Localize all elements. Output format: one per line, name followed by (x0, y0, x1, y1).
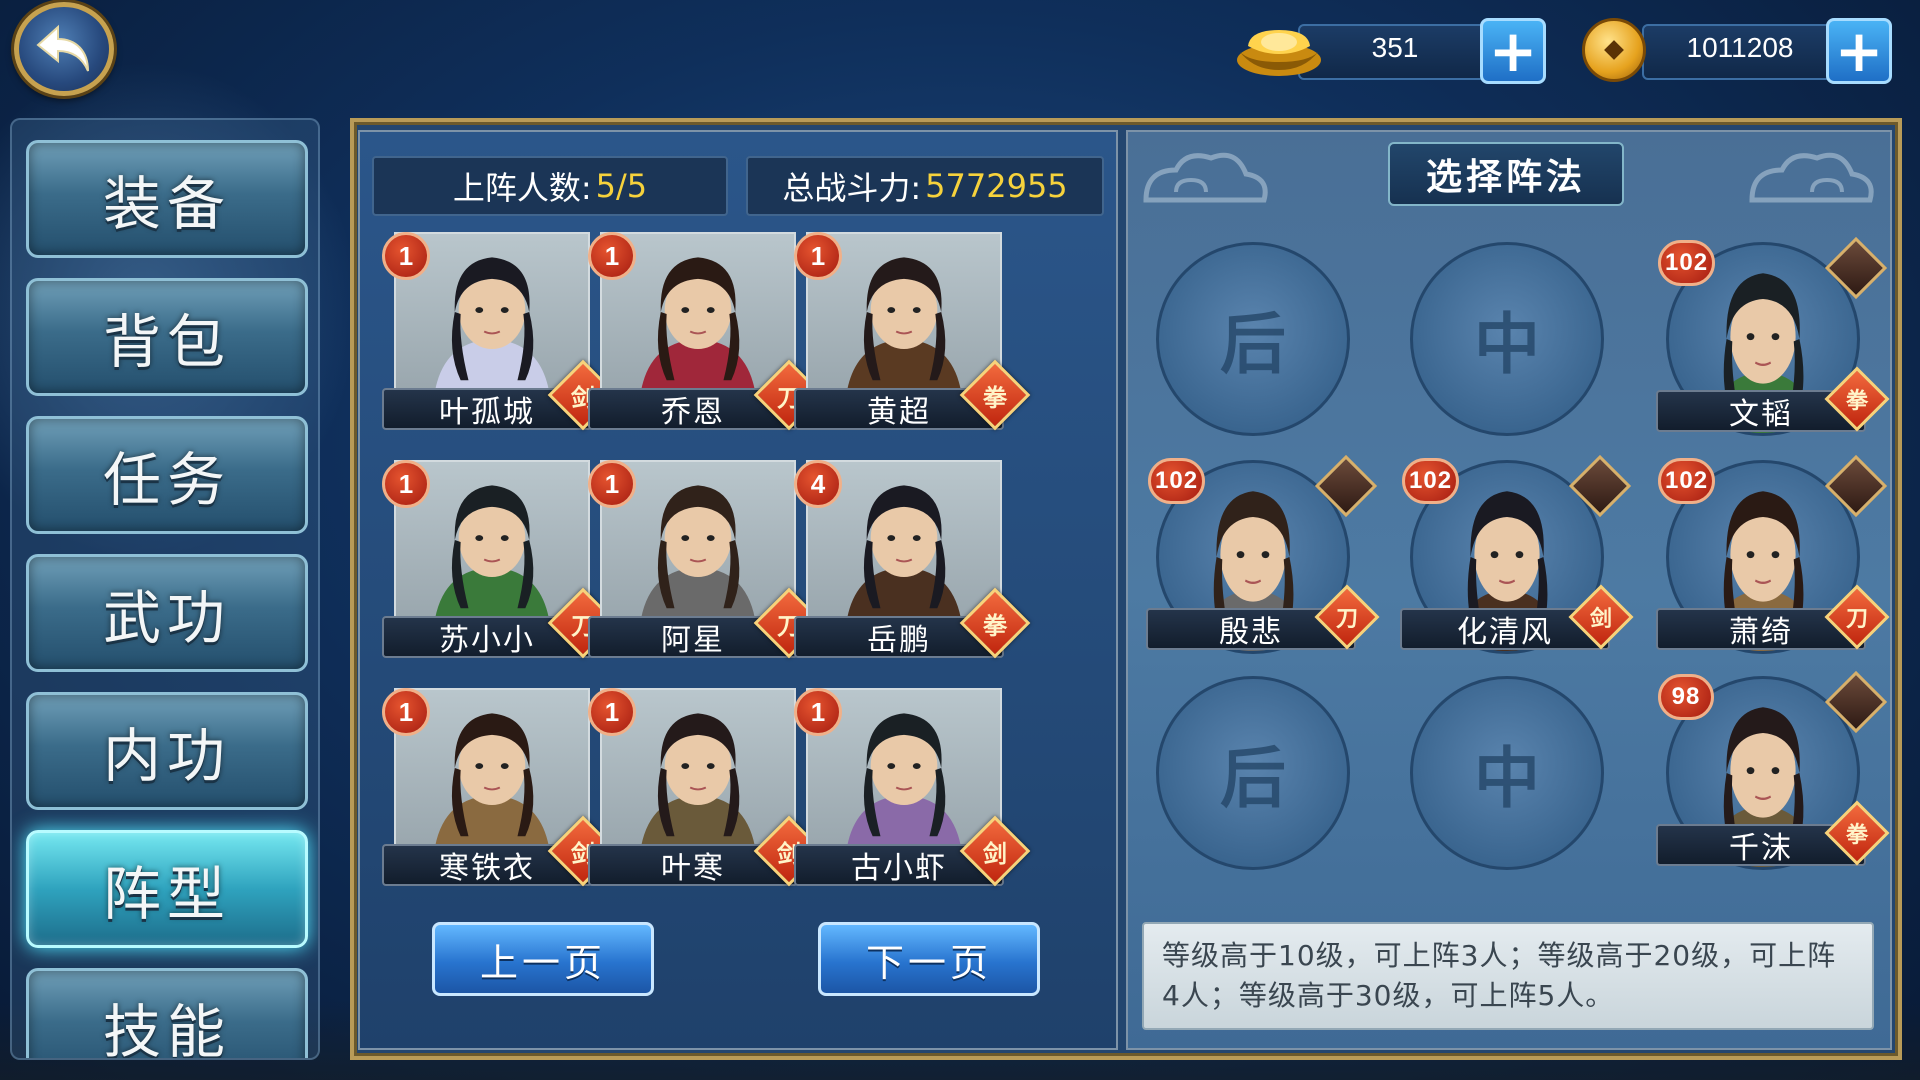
formation-member[interactable]: 102 萧绮刀 (1656, 454, 1890, 670)
hero-level-badge: 4 (794, 460, 842, 508)
coin-currency: 1011208 + (1578, 18, 1892, 84)
weapon-type-glyph: 刀 (1335, 607, 1358, 632)
weapon-type-glyph: 剑 (1589, 607, 1612, 632)
back-button[interactable] (14, 2, 114, 96)
member-level-badge: 102 (1658, 240, 1716, 286)
menu-equipment[interactable]: 装备 (26, 140, 308, 258)
weapon-type-glyph: 拳 (983, 383, 1007, 412)
total-power: 总战斗力: 5772955 (746, 156, 1104, 216)
hero-level-badge: 1 (588, 232, 636, 280)
member-level-badge: 102 (1658, 458, 1716, 504)
weapon-type-glyph: 刀 (1845, 607, 1868, 632)
hero-card[interactable]: 1 古小虾剑 (794, 688, 1048, 892)
menu-equipment-label: 装备 (102, 170, 231, 238)
menu-inner-power[interactable]: 内功 (26, 692, 308, 810)
hero-card[interactable]: 4 岳鹏拳 (794, 460, 1048, 664)
formation-member[interactable]: 102 化清风剑 (1400, 454, 1634, 670)
slot-back-bottom[interactable]: 后 (1156, 676, 1350, 870)
cloud-ornament-left (1143, 152, 1268, 203)
slot-back-top[interactable]: 后 (1156, 242, 1350, 436)
add-ingot-button[interactable]: + (1480, 18, 1546, 84)
weapon-type-glyph: 拳 (1845, 823, 1868, 848)
member-level-badge: 102 (1148, 458, 1206, 504)
menu-inner-power-label: 内功 (102, 722, 231, 790)
weapon-type-glyph: 拳 (1845, 389, 1868, 414)
next-page-button[interactable]: 下一页 (818, 922, 1040, 996)
hero-level-badge: 1 (382, 232, 430, 280)
menu-martial-arts-label: 武功 (102, 584, 231, 652)
deploy-rule-hint: 等级高于10级，可上阵3人；等级高于20级，可上阵4人；等级高于30级，可上阵5… (1142, 922, 1874, 1030)
member-level-badge: 98 (1658, 674, 1714, 720)
hero-level-badge: 1 (588, 688, 636, 736)
slot-middle-bottom[interactable]: 中 (1410, 676, 1604, 870)
weapon-type-glyph: 剑 (983, 839, 1007, 868)
deploy-count: 上阵人数: 5/5 (372, 156, 728, 216)
formation-member[interactable]: 102 文韬拳 (1656, 236, 1890, 452)
formation-member[interactable]: 98 千沫拳 (1656, 670, 1890, 886)
hero-level-badge: 1 (794, 232, 842, 280)
total-power-label: 总战斗力: (782, 169, 922, 207)
hero-level-badge: 1 (794, 688, 842, 736)
plus-icon: + (1488, 17, 1538, 85)
coin-amount: 1011208 (1686, 32, 1794, 63)
total-power-value: 5772955 (925, 167, 1068, 205)
hero-card[interactable]: 1 黄超拳 (794, 232, 1048, 436)
hero-level-badge: 1 (588, 460, 636, 508)
menu-quests-label: 任务 (102, 446, 231, 514)
menu-backpack-label: 背包 (102, 308, 231, 376)
cloud-ornament-right (1749, 152, 1874, 203)
weapon-type-glyph: 拳 (983, 611, 1007, 640)
deploy-count-label: 上阵人数: (452, 169, 592, 207)
member-level-badge: 102 (1402, 458, 1460, 504)
menu-formation[interactable]: 阵型 (26, 830, 308, 948)
side-menu: 装备 背包 任务 武功 内功 阵型 技能 (10, 118, 320, 1060)
menu-backpack[interactable]: 背包 (26, 278, 308, 396)
prev-page-button[interactable]: 上一页 (432, 922, 654, 996)
ingot-amount: 351 (1371, 32, 1419, 63)
ingot-currency: 351 + (1234, 18, 1546, 84)
menu-martial-arts[interactable]: 武功 (26, 554, 308, 672)
hero-level-badge: 1 (382, 688, 430, 736)
deploy-count-value: 5/5 (595, 167, 648, 205)
formation-member[interactable]: 102 殷悲刀 (1146, 454, 1380, 670)
select-formation-button[interactable]: 选择阵法 (1388, 142, 1624, 206)
slot-middle-top[interactable]: 中 (1410, 242, 1604, 436)
copper-coin-icon (1582, 18, 1646, 82)
menu-skills[interactable]: 技能 (26, 968, 308, 1060)
plus-icon: + (1834, 17, 1884, 85)
gold-ingot-icon (1237, 30, 1321, 76)
hero-level-badge: 1 (382, 460, 430, 508)
back-arrow-icon (36, 24, 89, 72)
menu-quests[interactable]: 任务 (26, 416, 308, 534)
menu-skills-label: 技能 (102, 998, 231, 1060)
add-coin-button[interactable]: + (1826, 18, 1892, 84)
menu-formation-label: 阵型 (102, 860, 231, 928)
